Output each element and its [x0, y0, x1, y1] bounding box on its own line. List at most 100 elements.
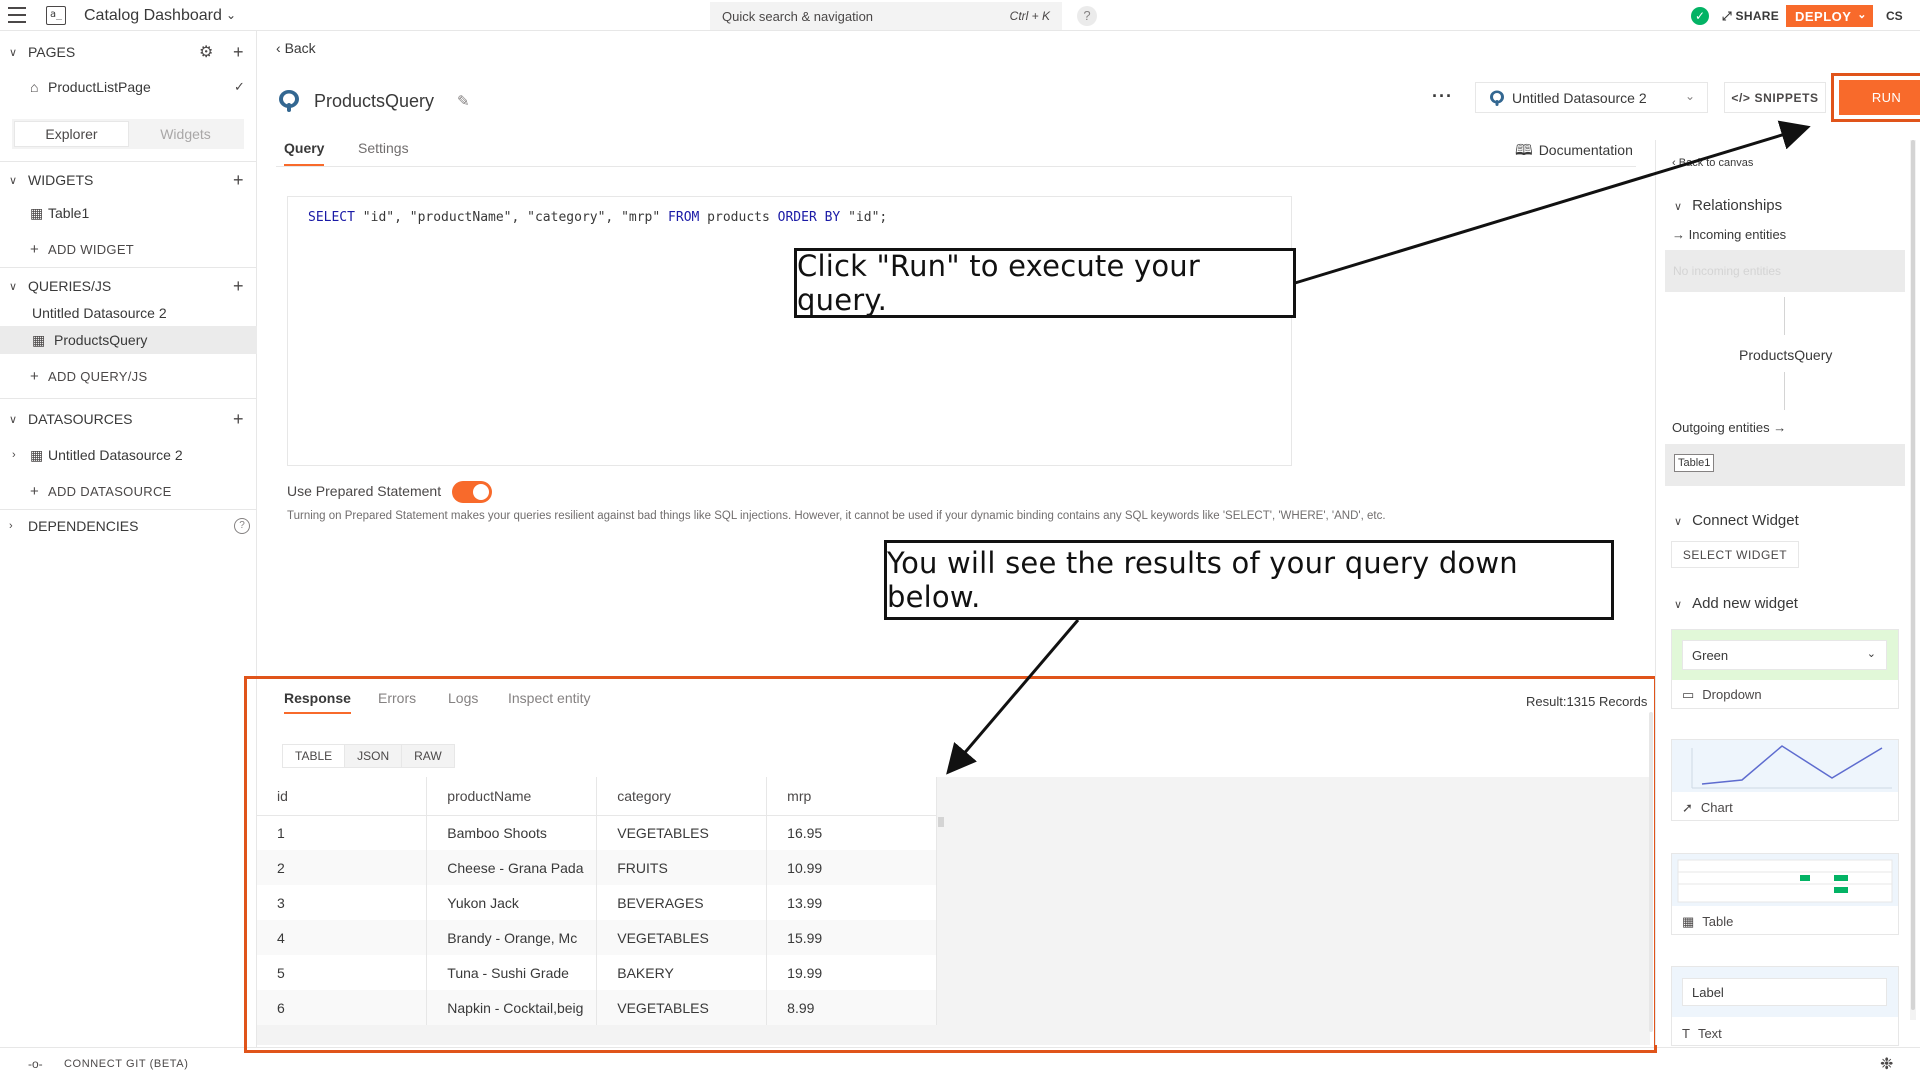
add-query-button[interactable]: + ADD QUERY/JS [0, 362, 257, 390]
snippets-button[interactable]: </> SNIPPETS [1724, 82, 1826, 113]
datasources-section-header[interactable]: ∨ DATASOURCES + [0, 404, 257, 434]
no-incoming-entities: No incoming entities [1673, 264, 1782, 278]
connect-widget-header[interactable]: ∨ Connect Widget [1674, 512, 1799, 529]
add-page-icon[interactable]: + [233, 42, 244, 63]
table-icon: ▦ [1682, 914, 1695, 929]
connect-git-button[interactable]: CONNECT GIT (BETA) [64, 1058, 188, 1070]
code-icon: </> [1731, 90, 1751, 105]
results-hint-callout: You will see the results of your query d… [884, 540, 1614, 620]
dropdown-preview-value: Green [1692, 647, 1729, 663]
widget-card-dropdown[interactable]: Green ⌄ ▭ Dropdown [1671, 629, 1899, 709]
widget-card-text[interactable]: Label T Text [1671, 966, 1899, 1046]
query-group-label: Untitled Datasource 2 [32, 305, 167, 321]
chevron-down-icon[interactable]: ∨ [9, 280, 17, 293]
tab-query[interactable]: Query [284, 140, 325, 166]
pages-section-header[interactable]: ∨ PAGES ⚙ + [0, 37, 257, 67]
chevron-down-icon[interactable]: ⌄ [226, 8, 236, 22]
app-icon[interactable]: a_ [46, 6, 66, 25]
app-name[interactable]: Catalog Dashboard [84, 7, 222, 25]
widget-card-label: ▦ Table [1682, 914, 1733, 930]
bug-icon[interactable]: ❉ [1880, 1054, 1893, 1074]
table-preview-graphic [1677, 859, 1893, 903]
sidebar-item-table1[interactable]: ▦ Table1 [0, 199, 257, 227]
sidebar-item-productsquery[interactable]: ▦ ProductsQuery [0, 326, 257, 354]
chart-icon: ➚ [1682, 800, 1693, 815]
sidebar-item-page[interactable]: ⌂ ProductListPage ✓ [0, 73, 257, 101]
queries-section-header[interactable]: ∨ QUERIES/JS + [0, 271, 257, 301]
pencil-icon[interactable]: ✎ [457, 92, 470, 110]
tab-settings[interactable]: Settings [358, 140, 409, 156]
chevron-down-icon[interactable]: ∨ [9, 413, 17, 426]
snippets-label: SNIPPETS [1754, 90, 1819, 105]
select-widget-button[interactable]: SELECT WIDGET [1671, 541, 1799, 568]
datasource-item-label: Untitled Datasource 2 [48, 447, 183, 463]
chevron-right-icon[interactable]: › [12, 449, 16, 461]
divider [0, 161, 257, 162]
tab-widgets[interactable]: Widgets [129, 121, 242, 147]
incoming-entities-text: Incoming entities [1688, 227, 1787, 242]
add-widget-icon[interactable]: + [233, 170, 244, 191]
help-icon[interactable]: ? [1077, 6, 1097, 26]
dropdown-preview-select: Green ⌄ [1682, 640, 1887, 670]
relationships-header[interactable]: ∨ Relationships [1674, 197, 1782, 214]
add-datasource-icon[interactable]: + [233, 409, 244, 430]
sql-editor[interactable]: SELECT "id", "productName", "category", … [287, 196, 1292, 466]
hamburger-menu-icon[interactable] [8, 7, 26, 23]
widget-card-label: ▭ Dropdown [1682, 687, 1762, 703]
chevron-down-icon[interactable]: ⌄ [1857, 8, 1867, 21]
home-icon: ⌂ [30, 79, 39, 95]
current-entity-name: ProductsQuery [1739, 347, 1833, 363]
add-new-widget-header[interactable]: ∨ Add new widget [1674, 595, 1798, 612]
add-query-icon[interactable]: + [233, 276, 244, 297]
query-name[interactable]: ProductsQuery [314, 91, 434, 112]
dependencies-section-header[interactable]: › DEPENDENCIES ? [0, 511, 257, 541]
tab-explorer[interactable]: Explorer [14, 121, 129, 147]
share-button[interactable]: ⤢ SHARE [1722, 9, 1779, 24]
top-header: a_ Catalog Dashboard ⌄ Quick search & na… [0, 0, 1920, 31]
gear-icon[interactable]: ⚙ [199, 42, 213, 62]
sidebar-item-query-group[interactable]: Untitled Datasource 2 [0, 299, 257, 327]
response-highlight-frame [244, 676, 1657, 1053]
deploy-button[interactable]: DEPLOY ⌄ [1786, 5, 1873, 27]
chevron-down-icon[interactable]: ∨ [9, 174, 17, 187]
prepared-statement-toggle[interactable] [452, 481, 492, 503]
arrow-right-icon: → [1769, 420, 1787, 435]
widgets-section-header[interactable]: ∨ WIDGETS + [0, 165, 257, 195]
pages-label: PAGES [28, 44, 76, 60]
quick-search-bar[interactable]: Quick search & navigation Ctrl + K [710, 2, 1062, 30]
widget-card-label: T Text [1682, 1026, 1722, 1041]
datasource-select-value: Untitled Datasource 2 [1512, 89, 1647, 106]
back-label: Back [284, 40, 316, 56]
postgres-icon [279, 90, 299, 112]
widget-card-label: ➚ Chart [1682, 800, 1733, 816]
outgoing-entities-text: Outgoing entities [1672, 420, 1770, 435]
add-widget-button[interactable]: + ADD WIDGET [0, 235, 257, 263]
incoming-entities-label: → Incoming entities [1672, 227, 1786, 242]
postgres-icon [1490, 90, 1504, 106]
postgres-icon: ▦ [30, 446, 44, 463]
datasources-label: DATASOURCES [28, 411, 133, 427]
back-to-canvas-link[interactable]: ‹ Back to canvas [1672, 157, 1753, 169]
sidebar-item-datasource[interactable]: › ▦ Untitled Datasource 2 [0, 441, 257, 469]
dropdown-preview: Green ⌄ [1672, 630, 1898, 680]
widget-card-table[interactable]: ▦ Table [1671, 853, 1899, 935]
run-button[interactable]: RUN [1839, 80, 1920, 115]
postgres-icon: ▦ [32, 331, 46, 348]
quick-search-placeholder: Quick search & navigation [722, 8, 874, 24]
chevron-right-icon[interactable]: › [9, 520, 13, 532]
right-panel-scrollbar[interactable] [1910, 140, 1916, 1020]
outgoing-entity-chip[interactable]: Table1 [1674, 454, 1715, 472]
back-button[interactable]: ‹ Back [276, 40, 316, 56]
chevron-down-icon[interactable]: ⌄ [1685, 89, 1695, 103]
documentation-link[interactable]: 🕮 Documentation [1515, 140, 1633, 165]
add-datasource-button[interactable]: + ADD DATASOURCE [0, 477, 257, 505]
datasource-select[interactable]: Untitled Datasource 2 ⌄ [1475, 82, 1708, 113]
chevron-down-icon[interactable]: ∨ [9, 46, 17, 59]
text-preview: Label [1672, 967, 1898, 1017]
question-icon[interactable]: ? [234, 518, 250, 534]
more-options-icon[interactable]: ··· [1432, 86, 1453, 107]
widget-card-chart[interactable]: ➚ Chart [1671, 739, 1899, 821]
deployed-check-icon: ✓ [1691, 7, 1709, 25]
connector-line [1784, 297, 1785, 335]
avatar[interactable]: CS [1886, 9, 1903, 23]
